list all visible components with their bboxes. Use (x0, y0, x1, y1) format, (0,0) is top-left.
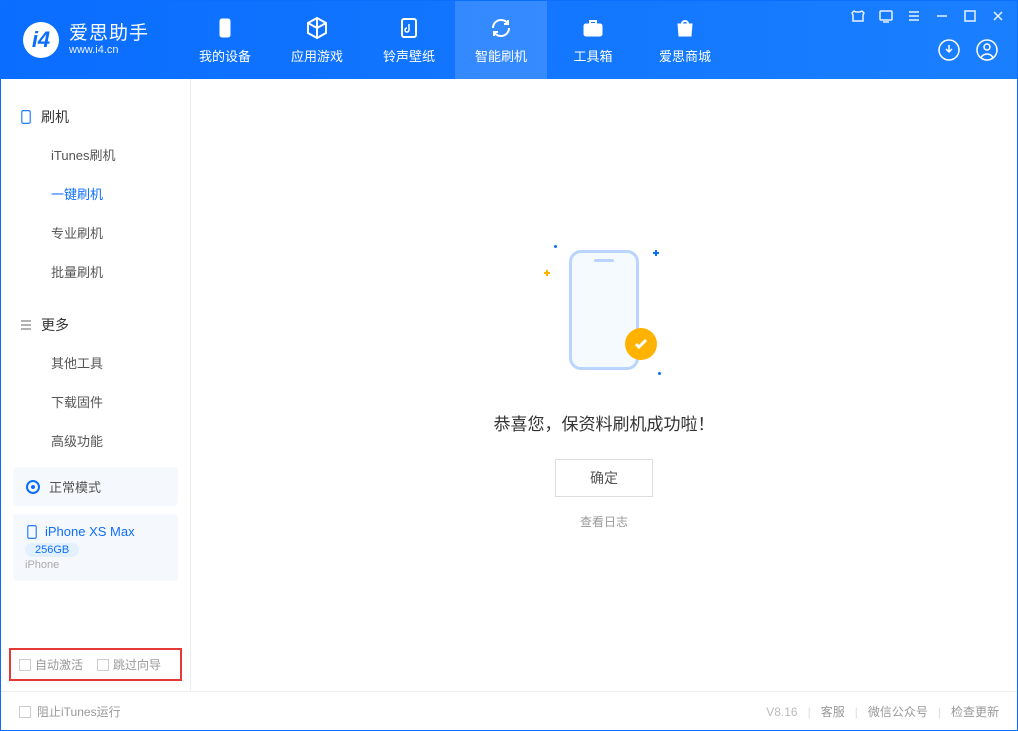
sidebar-section-flash: 刷机 (1, 99, 190, 135)
device-type: iPhone (25, 559, 166, 571)
checkbox-auto-activate[interactable]: 自动激活 (19, 656, 83, 673)
header-actions (937, 38, 999, 67)
checkbox-icon (19, 659, 31, 671)
phone-icon (213, 16, 237, 40)
nav-smart-flash[interactable]: 智能刷机 (455, 1, 547, 79)
nav-my-device[interactable]: 我的设备 (179, 1, 271, 79)
sidebar-item-batch-flash[interactable]: 批量刷机 (1, 252, 190, 291)
maximize-icon[interactable] (963, 9, 977, 23)
ok-button[interactable]: 确定 (555, 459, 653, 497)
success-illustration (559, 240, 649, 380)
download-icon[interactable] (937, 38, 961, 67)
sidebar-item-other-tools[interactable]: 其他工具 (1, 343, 190, 382)
highlighted-checkbox-row: 自动激活 跳过向导 (9, 648, 182, 681)
nav-apps-games[interactable]: 应用游戏 (271, 1, 363, 79)
footer-link-support[interactable]: 客服 (821, 703, 845, 720)
storage-badge: 256GB (25, 543, 79, 557)
sidebar-item-itunes-flash[interactable]: iTunes刷机 (1, 135, 190, 174)
app-title: 爱思助手 (69, 24, 149, 45)
nav-ringtone-wallpaper[interactable]: 铃声壁纸 (363, 1, 455, 79)
menu-icon[interactable] (907, 9, 921, 23)
feedback-icon[interactable] (879, 9, 893, 23)
mode-icon (25, 479, 41, 495)
device-name: iPhone XS Max (25, 524, 166, 539)
version-label: V8.16 (766, 705, 797, 719)
minimize-icon[interactable] (935, 9, 949, 23)
app-subtitle: www.i4.cn (69, 44, 149, 56)
nav-toolbox[interactable]: 工具箱 (547, 1, 639, 79)
skin-icon[interactable] (851, 9, 865, 23)
sidebar-item-pro-flash[interactable]: 专业刷机 (1, 213, 190, 252)
main-nav: 我的设备 应用游戏 铃声壁纸 智能刷机 工具箱 爱思商城 (179, 1, 731, 79)
refresh-icon (489, 16, 513, 40)
footer: 阻止iTunes运行 V8.16 | 客服 | 微信公众号 | 检查更新 (1, 691, 1017, 731)
checkbox-skip-guide[interactable]: 跳过向导 (97, 656, 161, 673)
cube-icon (305, 16, 329, 40)
sidebar-section-more: 更多 (1, 307, 190, 343)
logo-icon: i4 (23, 22, 59, 58)
nav-store[interactable]: 爱思商城 (639, 1, 731, 79)
sidebar-item-advanced[interactable]: 高级功能 (1, 421, 190, 460)
app-header: i4 爱思助手 www.i4.cn 我的设备 应用游戏 铃声壁纸 智能刷机 工具… (1, 1, 1017, 79)
phone-icon (25, 525, 39, 539)
checkbox-icon (19, 706, 31, 718)
footer-link-wechat[interactable]: 微信公众号 (868, 703, 928, 720)
music-icon (397, 16, 421, 40)
footer-link-update[interactable]: 检查更新 (951, 703, 999, 720)
view-log-link[interactable]: 查看日志 (580, 513, 628, 530)
app-logo: i4 爱思助手 www.i4.cn (1, 22, 169, 58)
device-mode-box[interactable]: 正常模式 (13, 467, 178, 506)
user-icon[interactable] (975, 38, 999, 67)
sidebar-item-oneclick-flash[interactable]: 一键刷机 (1, 174, 190, 213)
check-badge-icon (625, 328, 657, 360)
window-controls (851, 9, 1005, 23)
sidebar: 刷机 iTunes刷机 一键刷机 专业刷机 批量刷机 更多 其他工具 下载固件 … (1, 79, 191, 691)
main-content: 恭喜您，保资料刷机成功啦！ 确定 查看日志 (191, 79, 1017, 691)
device-info-box[interactable]: iPhone XS Max 256GB iPhone (13, 514, 178, 581)
close-icon[interactable] (991, 9, 1005, 23)
checkbox-icon (97, 659, 109, 671)
bag-icon (673, 16, 697, 40)
briefcase-icon (581, 16, 605, 40)
checkbox-block-itunes[interactable]: 阻止iTunes运行 (19, 703, 121, 720)
sidebar-item-download-firmware[interactable]: 下载固件 (1, 382, 190, 421)
list-icon (19, 318, 33, 332)
success-message: 恭喜您，保资料刷机成功啦！ (494, 410, 715, 435)
phone-icon (19, 110, 33, 124)
